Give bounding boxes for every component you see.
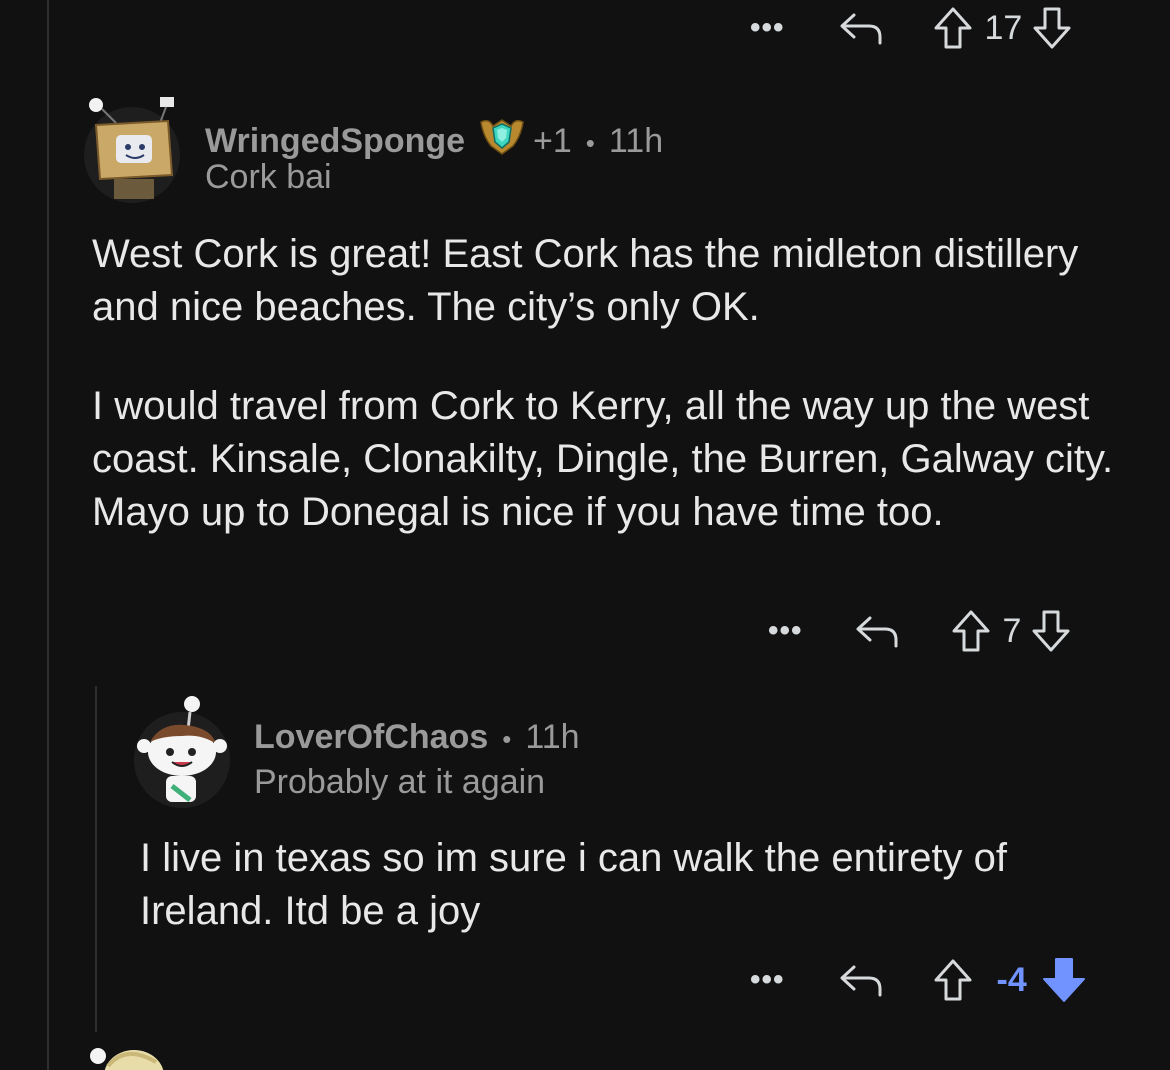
vote-score: -4 [996,960,1027,999]
vote-score: 17 [984,8,1023,47]
comment-body: I live in texas so im sure i can walk th… [140,832,1120,938]
comment-paragraph: West Cork is great! East Cork has the mi… [92,232,1079,329]
username[interactable]: WringedSponge [205,122,465,161]
avatar[interactable] [132,690,232,810]
comment-paragraph: I would travel from Cork to Kerry, all t… [92,384,1114,534]
upvote-icon[interactable] [951,609,991,653]
more-options-button[interactable]: ••• [750,13,785,43]
timestamp: 11h [608,122,664,160]
more-options-button[interactable]: ••• [768,616,803,646]
top-comment-actions: ••• 17 [750,5,1072,51]
comment-paragraph: I live in texas so im sure i can walk th… [140,836,1008,933]
user-flair: Cork bai [205,158,332,196]
achievement-badge-icon [479,116,525,156]
karma-label: +1 [533,122,572,160]
username[interactable]: LoverOfChaos [254,718,488,757]
more-options-button[interactable]: ••• [750,965,785,995]
thread-line-reply [95,686,97,1032]
comment-actions: ••• -4 [750,957,1087,1003]
vote-score: 7 [1002,611,1022,650]
separator-dot: • [502,724,512,754]
timestamp: 11h [525,718,580,756]
separator-dot: • [585,128,595,158]
reply-icon[interactable] [839,963,883,997]
comment-author-row: WringedSponge +1 • 11h [205,112,663,161]
comment-author-row: LoverOfChaos • 11h [254,718,580,757]
downvote-icon[interactable] [1032,6,1072,50]
user-flair: Probably at it again [254,763,546,801]
reply-icon[interactable] [855,614,899,648]
thread-line-left [47,0,49,1070]
reply-icon[interactable] [839,11,883,45]
upvote-icon[interactable] [933,6,973,50]
comment-actions: ••• 7 [768,608,1071,654]
avatar[interactable] [82,93,182,205]
comment-body: West Cork is great! East Cork has the mi… [92,228,1122,539]
avatar[interactable] [86,1036,166,1070]
downvote-active-icon[interactable] [1041,956,1087,1004]
upvote-icon[interactable] [933,958,973,1002]
downvote-icon[interactable] [1031,609,1071,653]
